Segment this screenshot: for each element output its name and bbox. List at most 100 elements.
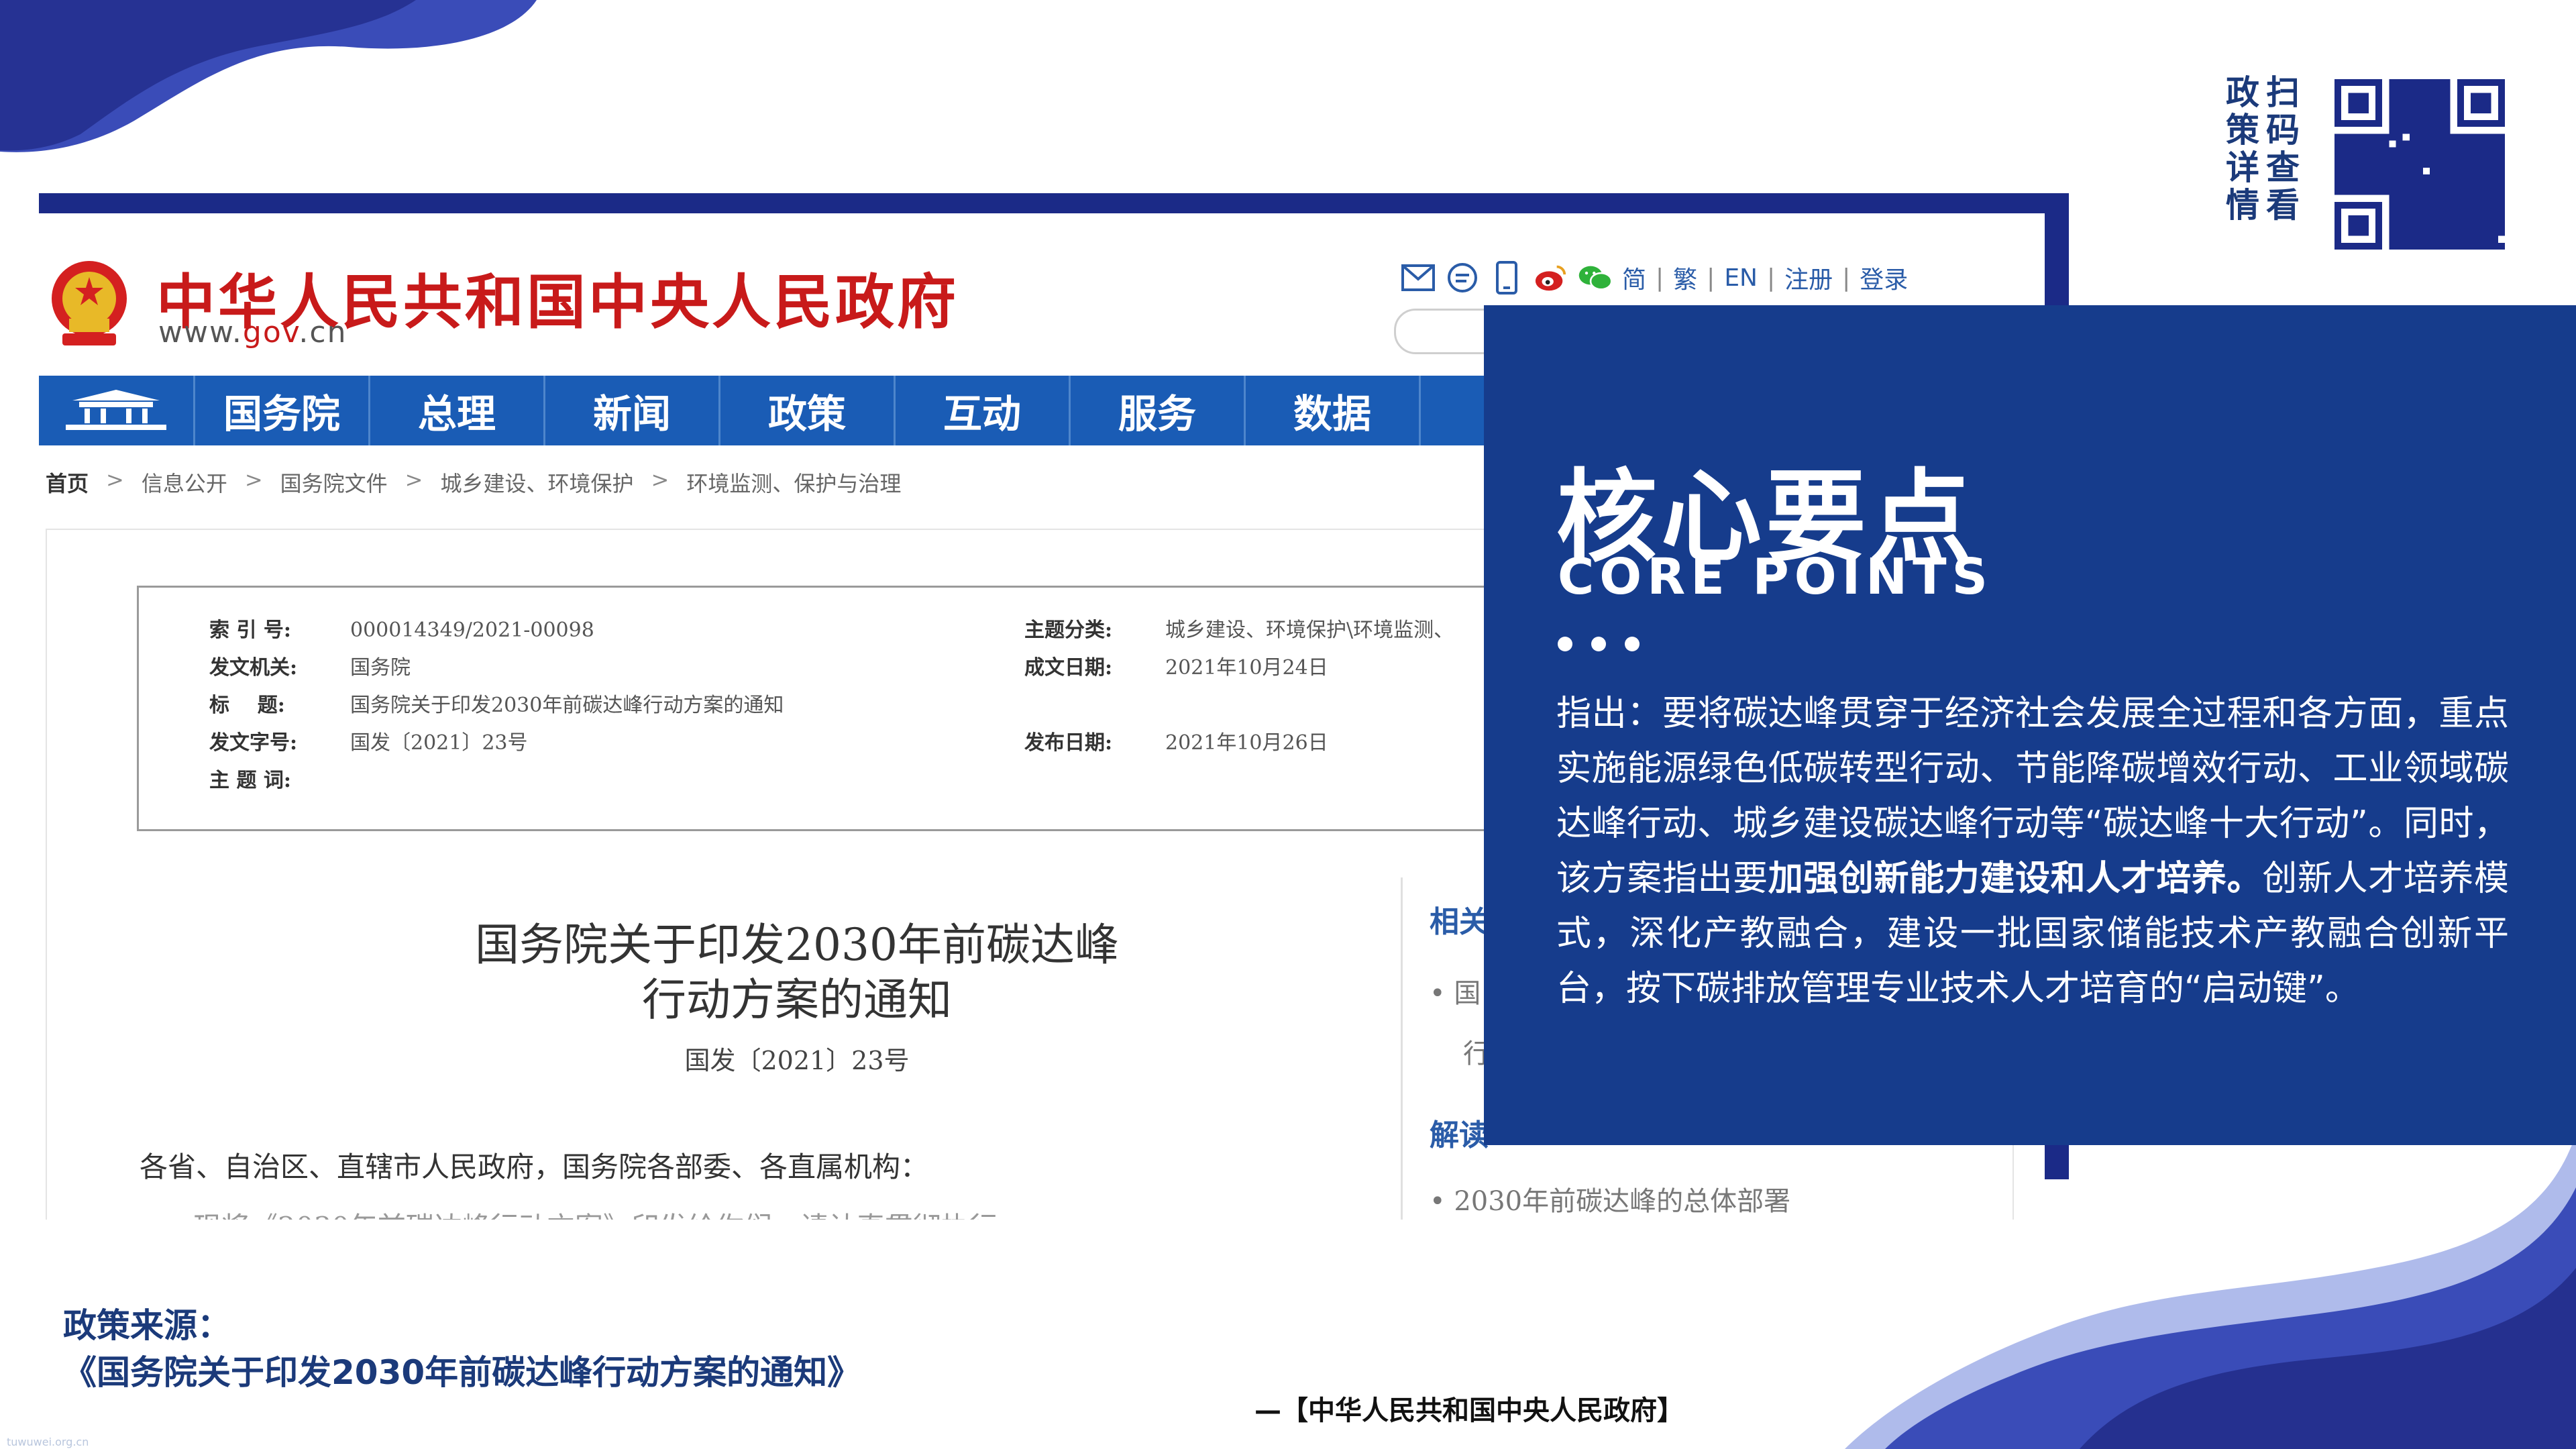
nav-item-policy[interactable]: 政策 [720, 376, 896, 445]
qr-char: 详 [2226, 148, 2259, 187]
panel-subtitle: CORE POINTS [1558, 548, 1993, 606]
qr-char: 码 [2266, 111, 2300, 150]
separator: | [1767, 264, 1776, 292]
breadcrumb-separator: > [651, 467, 669, 492]
nav-item-services[interactable]: 服务 [1071, 376, 1246, 445]
register-link[interactable]: 注册 [1784, 260, 1833, 295]
weibo-icon[interactable] [1534, 260, 1568, 295]
meta-label: 发布日期: [1024, 731, 1113, 755]
document-title: 国务院关于印发2030年前碳达峰 行动方案的通知 [294, 918, 1300, 1028]
related-item[interactable]: • 国 [1430, 971, 1481, 1010]
meta-value: 城乡建设、环境保护\环境监测、 [1165, 619, 1454, 642]
decorative-dots [1558, 637, 1640, 651]
breadcrumb-separator: > [405, 467, 423, 492]
related-item-text: 国 [1454, 978, 1481, 1009]
meta-subject: 主 题 词: [209, 763, 350, 793]
meta-label: 标 题: [209, 694, 285, 717]
nav-item-news[interactable]: 新闻 [545, 376, 720, 445]
dot [1591, 637, 1606, 651]
domain-prefix: www. [158, 315, 243, 350]
home-building-icon[interactable] [39, 376, 195, 445]
qr-char: 策 [2226, 111, 2259, 150]
decorative-wave-top-left [0, 0, 537, 152]
meta-category: 主题分类: 城乡建设、环境保护\环境监测、 [1024, 613, 1454, 643]
accent-bar-top [39, 193, 2069, 213]
document-body-cutoff: 现将《2030年前碳达峰行动方案》印发给你们，请认真贯彻执行 [193, 1205, 1079, 1220]
separator: | [1842, 264, 1851, 292]
english-link[interactable]: EN [1724, 264, 1758, 292]
wechat-icon[interactable] [1578, 260, 1613, 295]
qr-char: 查 [2266, 148, 2300, 187]
meta-issuer: 发文机关: 国务院 [209, 651, 411, 680]
breadcrumb-urban-environment[interactable]: 城乡建设、环境保护 [440, 467, 633, 498]
meta-label: 发文字号: [209, 731, 298, 755]
domain-gov: gov [242, 315, 299, 350]
mobile-icon[interactable] [1489, 260, 1524, 295]
meta-label: 成文日期: [1024, 656, 1113, 680]
nav-item-premier[interactable]: 总理 [370, 376, 545, 445]
meta-published: 发布日期: 2021年10月26日 [1024, 726, 1328, 755]
dot [1625, 637, 1640, 651]
breadcrumb: 首页 > 信息公开 > 国务院文件 > 城乡建设、环境保护 > 环境监测、保护与… [46, 467, 901, 498]
breadcrumb-separator: > [244, 467, 263, 492]
source-label: 政策来源： [63, 1306, 231, 1345]
interpretation-heading: 解读 [1430, 1118, 1489, 1152]
meta-label: 索 引 号: [209, 619, 291, 642]
meta-value: 2021年10月24日 [1165, 656, 1328, 680]
meta-label: 主 题 词: [209, 769, 291, 792]
document-title-line2: 行动方案的通知 [642, 974, 952, 1026]
related-heading: 相关 [1430, 905, 1489, 939]
attribution: —【中华人民共和国中央人民政府】 [1254, 1395, 1684, 1426]
breadcrumb-council-documents[interactable]: 国务院文件 [280, 467, 388, 498]
separator: | [1707, 264, 1715, 292]
meta-value: 国务院 [350, 656, 411, 680]
dot [1558, 637, 1572, 651]
qr-label: 政 策 详 情 扫 码 查 看 [2226, 74, 2313, 224]
document-addressee: 各省、自治区、直辖市人民政府，国务院各部委、各直属机构： [140, 1150, 929, 1183]
qr-char: 扫 [2266, 73, 2300, 112]
nav-item-state-council[interactable]: 国务院 [195, 376, 370, 445]
breadcrumb-environment-monitoring[interactable]: 环境监测、保护与治理 [686, 467, 901, 498]
core-points-panel: 核心要点 CORE POINTS 指出：要将碳达峰贯穿于经济社会发展全过程和各方… [1484, 305, 2576, 1145]
nav-item-data[interactable]: 数据 [1246, 376, 1421, 445]
breadcrumb-separator: > [106, 467, 124, 492]
meta-value: 2021年10月26日 [1165, 731, 1328, 755]
qr-code-icon[interactable] [2334, 79, 2505, 250]
document-metadata: 索 引 号: 000014349/2021-00098 发文机关: 国务院 标 题:… [137, 586, 1684, 831]
meta-docno: 发文字号: 国发〔2021〕23号 [209, 726, 528, 755]
nav-item-interaction[interactable]: 互动 [896, 376, 1071, 445]
qr-char: 政 [2226, 73, 2259, 112]
meta-label: 发文机关: [209, 656, 298, 680]
watermark: tuwuwei.org.cn [7, 1436, 89, 1448]
simplified-chinese-link[interactable]: 简 [1622, 260, 1646, 295]
qr-char: 情 [2226, 186, 2259, 225]
meta-label: 主题分类: [1024, 619, 1113, 642]
breadcrumb-home[interactable]: 首页 [46, 467, 89, 498]
interpretation-item-text: 2030年前碳达峰的总体部署 [1454, 1186, 1791, 1217]
login-link[interactable]: 登录 [1860, 260, 1908, 295]
meta-created: 成文日期: 2021年10月24日 [1024, 651, 1328, 680]
panel-body-emphasis: 加强创新能力建设和人才培养。 [1768, 859, 2263, 899]
meta-value: 国务院关于印发2030年前碳达峰行动方案的通知 [350, 694, 784, 717]
qr-label-col: 扫 码 查 看 [2266, 74, 2300, 224]
document-title-line1: 国务院关于印发2030年前碳达峰 [475, 919, 1119, 971]
document-number: 国发〔2021〕23号 [684, 1046, 910, 1075]
source-title: 《国务院关于印发2030年前碳达峰行动方案的通知》 [63, 1353, 861, 1392]
qr-char: 看 [2266, 186, 2300, 225]
mail-icon[interactable] [1401, 260, 1436, 295]
meta-index: 索 引 号: 000014349/2021-00098 [209, 613, 594, 643]
breadcrumb-info-disclosure[interactable]: 信息公开 [142, 467, 227, 498]
domain-suffix: .cn [299, 315, 347, 350]
separator: | [1656, 264, 1664, 292]
site-tools: 简 | 繁 | EN | 注册 | 登录 [1401, 259, 1908, 297]
interpretation-item[interactable]: • 2030年前碳达峰的总体部署 [1430, 1179, 1790, 1218]
meta-value: 国发〔2021〕23号 [350, 731, 528, 755]
emblem-icon [52, 261, 127, 345]
meta-title: 标 题: 国务院关于印发2030年前碳达峰行动方案的通知 [209, 688, 784, 718]
panel-body: 指出：要将碳达峰贯穿于经济社会发展全过程和各方面，重点实施能源绿色低碳转型行动、… [1556, 686, 2509, 1016]
site-domain[interactable]: www.gov.cn [158, 315, 347, 350]
traditional-chinese-link[interactable]: 繁 [1673, 260, 1697, 295]
chat-icon[interactable] [1445, 260, 1480, 295]
qr-label-col: 政 策 详 情 [2226, 74, 2259, 224]
meta-value: 000014349/2021-00098 [350, 619, 594, 642]
